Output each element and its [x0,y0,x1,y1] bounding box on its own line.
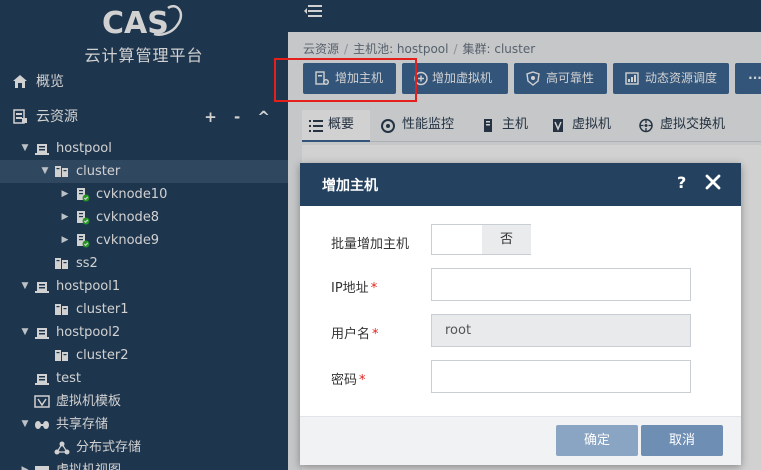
cancel-button[interactable]: 取消 [641,425,723,456]
username-label-text: 用户名 [331,327,371,342]
close-icon[interactable] [704,173,722,191]
add-host-dialog: 增加主机 ? 批量增加主机 否 IP地址* 用户名* 密码* 确定 取消 [300,163,741,465]
password-label: 密码 * [331,369,366,388]
confirm-button[interactable]: 确定 [556,425,638,456]
ip-address-input[interactable] [431,268,691,301]
ip-address-label: IP地址 * [331,277,377,296]
batch-add-toggle[interactable]: 否 [431,224,531,255]
help-button[interactable]: ? [677,173,686,192]
username-input[interactable] [431,314,691,347]
password-input[interactable] [431,360,691,393]
toggle-off-label: 否 [482,225,531,254]
required-mark: * [372,327,379,342]
password-label-text: 密码 [331,373,358,388]
batch-add-label: 批量增加主机 [331,237,410,252]
required-mark: * [359,373,366,388]
dialog-footer: 确定 取消 [300,416,741,465]
required-mark: * [370,281,378,296]
dialog-title: 增加主机 [322,178,378,194]
dialog-header: 增加主机 ? [300,163,741,206]
ip-address-label-text: IP地址 [331,281,369,296]
username-label: 用户名 * [331,323,379,342]
highlight-annotation [274,58,417,102]
